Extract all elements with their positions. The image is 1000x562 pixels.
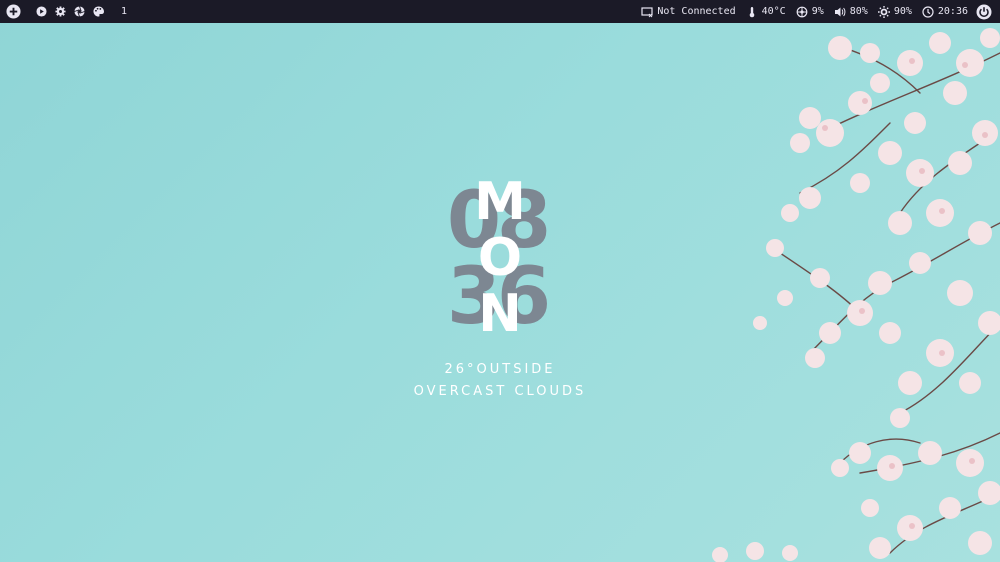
clock-module[interactable]: 20:36 [922, 5, 968, 18]
gear-icon[interactable] [54, 5, 67, 18]
clock-label: 20:36 [937, 6, 968, 17]
cpu-label: 9% [811, 6, 824, 17]
bar-right-section: Not Connected 40°C 9% 80% 90% 20:36 [631, 0, 994, 23]
play-icon[interactable] [35, 5, 48, 18]
network-status-label: Not Connected [657, 6, 736, 17]
speaker-icon [834, 6, 846, 18]
bar-left-section: 1 [6, 0, 127, 23]
day-letter-3: N [478, 284, 522, 344]
temperature-module[interactable]: 40°C [746, 6, 786, 18]
aperture-icon[interactable] [73, 5, 86, 18]
weather-temperature: 26°OUTSIDE [444, 362, 556, 377]
clock-icon [922, 5, 934, 18]
day-letter-2: O [477, 228, 523, 288]
network-module[interactable]: Not Connected [641, 6, 736, 18]
palette-icon[interactable] [92, 5, 105, 18]
brightness-module[interactable]: 90% [877, 5, 912, 18]
cpu-icon [796, 6, 808, 18]
volume-label: 80% [849, 6, 868, 17]
network-disconnected-icon [641, 6, 653, 18]
thermometer-icon [746, 6, 758, 18]
clock-widget: 0 8 3 6 M O N [400, 170, 600, 350]
workspace-indicator[interactable]: 1 [121, 6, 127, 17]
plus-circle-icon[interactable] [6, 4, 21, 19]
cherry-blossom-branches [712, 28, 1000, 562]
cpu-module[interactable]: 9% [796, 6, 824, 18]
power-icon[interactable] [976, 4, 992, 20]
volume-module[interactable]: 80% [834, 6, 868, 18]
brightness-icon [877, 5, 890, 18]
weather-condition: OVERCAST CLOUDS [413, 384, 587, 399]
temperature-label: 40°C [761, 6, 786, 17]
brightness-label: 90% [893, 6, 912, 17]
day-letter-1: M [474, 172, 526, 232]
top-bar: 1 Not Connected 40°C 9% 80% 90% 20:36 [0, 0, 1000, 23]
